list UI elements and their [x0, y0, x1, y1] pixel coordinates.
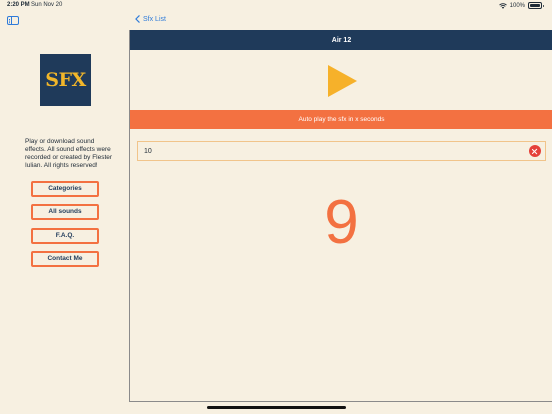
home-indicator[interactable] [207, 406, 346, 409]
sidebar: SFX Play or download sound effects. All … [0, 12, 130, 414]
clear-circle-icon[interactable] [529, 145, 541, 157]
logo-text: SFX [45, 69, 86, 91]
chevron-left-icon [135, 15, 140, 23]
sfx-logo: SFX [40, 54, 91, 106]
status-indicators: 100% [498, 2, 544, 9]
status-time: 2:20 PM [7, 2, 30, 8]
battery-icon [528, 2, 544, 9]
app-description: Play or download sound effects. All soun… [25, 138, 113, 169]
autoplay-seconds-input[interactable]: 10 [137, 141, 546, 161]
sidebar-toggle-icon[interactable] [7, 16, 19, 25]
back-label: Sfx List [143, 15, 166, 23]
sfx-detail: Air 12 Auto play the sfx in x seconds 10… [129, 30, 552, 402]
contact-me-button[interactable]: Contact Me [31, 251, 99, 267]
categories-button-label: Categories [48, 185, 82, 192]
countdown-number: 9 [324, 188, 359, 257]
autoplay-banner: Auto play the sfx in x seconds [130, 110, 552, 129]
title-bar: Air 12 [130, 30, 552, 50]
status-date: Sun Nov 20 [31, 2, 63, 8]
faq-button-label: F.A.Q. [55, 232, 75, 239]
back-button[interactable]: Sfx List [135, 15, 166, 23]
play-icon[interactable] [326, 64, 358, 98]
sfx-title: Air 12 [331, 36, 352, 44]
faq-button[interactable]: F.A.Q. [31, 228, 99, 244]
categories-button[interactable]: Categories [31, 181, 99, 197]
contact-me-button-label: Contact Me [47, 255, 83, 262]
battery-percent: 100% [509, 2, 525, 9]
seconds-value: 10 [144, 147, 152, 155]
all-sounds-button[interactable]: All sounds [31, 204, 99, 220]
wifi-icon [498, 2, 507, 9]
autoplay-text: Auto play the sfx in x seconds [298, 116, 385, 123]
status-bar: 2:20 PM Sun Nov 20 100% [0, 0, 552, 12]
all-sounds-button-label: All sounds [48, 208, 82, 215]
